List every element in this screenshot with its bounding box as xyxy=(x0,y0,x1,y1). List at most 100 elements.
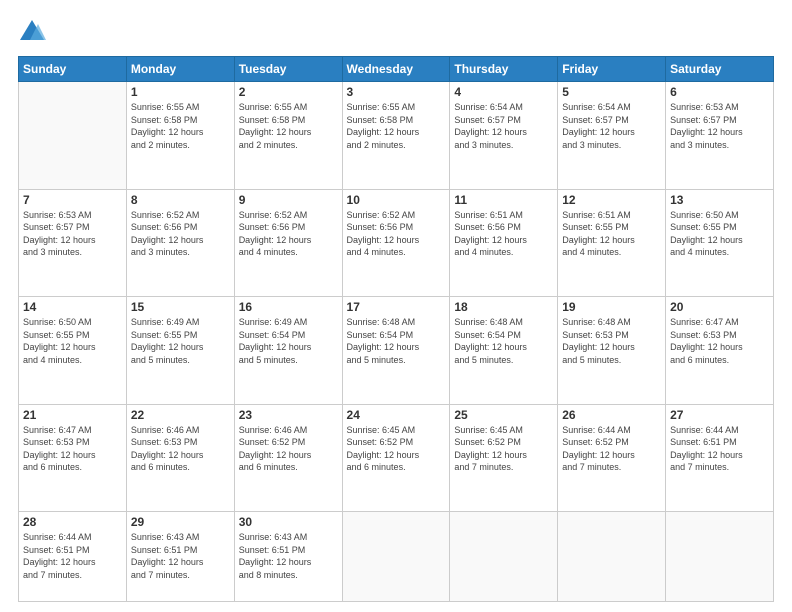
day-number: 13 xyxy=(670,193,769,207)
calendar-cell: 1 Sunrise: 6:55 AMSunset: 6:58 PMDaylight… xyxy=(126,82,234,190)
day-info: Sunrise: 6:51 AMSunset: 6:56 PMDaylight:… xyxy=(454,209,553,259)
calendar-cell: 29 Sunrise: 6:43 AMSunset: 6:51 PMDayligh… xyxy=(126,512,234,602)
calendar-cell: 18Sunrise: 6:48 AMSunset: 6:54 PMDayligh… xyxy=(450,297,558,405)
calendar-cell xyxy=(450,512,558,602)
day-number: 25 xyxy=(454,408,553,422)
day-info: Sunrise: 6:50 AMSunset: 6:55 PMDaylight:… xyxy=(23,316,122,366)
day-number: 8 xyxy=(131,193,230,207)
day-number: 14 xyxy=(23,300,122,314)
day-info: Sunrise: 6:48 AMSunset: 6:54 PMDaylight:… xyxy=(347,316,446,366)
day-info: Sunrise: 6:54 AMSunset: 6:57 PMDaylight:… xyxy=(454,101,553,151)
week-row-1: 1 Sunrise: 6:55 AMSunset: 6:58 PMDaylight… xyxy=(19,82,774,190)
day-info: Sunrise: 6:53 AMSunset: 6:57 PMDaylight:… xyxy=(670,101,769,151)
weekday-header-row: SundayMondayTuesdayWednesdayThursdayFrid… xyxy=(19,57,774,82)
day-info: Sunrise: 6:43 AMSunset: 6:51 PMDaylight:… xyxy=(239,531,338,581)
day-number: 19 xyxy=(562,300,661,314)
calendar-cell: 19 Sunrise: 6:48 AMSunset: 6:53 PMDayligh… xyxy=(558,297,666,405)
day-number: 27 xyxy=(670,408,769,422)
weekday-header-tuesday: Tuesday xyxy=(234,57,342,82)
day-info: Sunrise: 6:45 AMSunset: 6:52 PMDaylight:… xyxy=(454,424,553,474)
week-row-2: 7 Sunrise: 6:53 AMSunset: 6:57 PMDaylight… xyxy=(19,189,774,297)
day-info: Sunrise: 6:51 AMSunset: 6:55 PMDaylight:… xyxy=(562,209,661,259)
calendar-cell: 10Sunrise: 6:52 AMSunset: 6:56 PMDayligh… xyxy=(342,189,450,297)
day-number: 23 xyxy=(239,408,338,422)
calendar-cell xyxy=(666,512,774,602)
day-info: Sunrise: 6:43 AMSunset: 6:51 PMDaylight:… xyxy=(131,531,230,581)
day-number: 12 xyxy=(562,193,661,207)
day-number: 15 xyxy=(131,300,230,314)
week-row-5: 28 Sunrise: 6:44 AMSunset: 6:51 PMDayligh… xyxy=(19,512,774,602)
calendar-cell: 5Sunrise: 6:54 AMSunset: 6:57 PMDaylight… xyxy=(558,82,666,190)
day-info: Sunrise: 6:47 AMSunset: 6:53 PMDaylight:… xyxy=(23,424,122,474)
day-number: 16 xyxy=(239,300,338,314)
calendar-cell: 15 Sunrise: 6:49 AMSunset: 6:55 PMDayligh… xyxy=(126,297,234,405)
calendar-cell: 30 Sunrise: 6:43 AMSunset: 6:51 PMDayligh… xyxy=(234,512,342,602)
calendar: SundayMondayTuesdayWednesdayThursdayFrid… xyxy=(18,56,774,602)
day-info: Sunrise: 6:45 AMSunset: 6:52 PMDaylight:… xyxy=(347,424,446,474)
calendar-cell: 23 Sunrise: 6:46 AMSunset: 6:52 PMDayligh… xyxy=(234,404,342,512)
header xyxy=(18,18,774,46)
calendar-cell: 17 Sunrise: 6:48 AMSunset: 6:54 PMDayligh… xyxy=(342,297,450,405)
day-info: Sunrise: 6:48 AMSunset: 6:53 PMDaylight:… xyxy=(562,316,661,366)
weekday-header-monday: Monday xyxy=(126,57,234,82)
day-info: Sunrise: 6:46 AMSunset: 6:52 PMDaylight:… xyxy=(239,424,338,474)
day-number: 7 xyxy=(23,193,122,207)
day-number: 26 xyxy=(562,408,661,422)
calendar-cell: 2 Sunrise: 6:55 AMSunset: 6:58 PMDaylight… xyxy=(234,82,342,190)
week-row-4: 21 Sunrise: 6:47 AMSunset: 6:53 PMDayligh… xyxy=(19,404,774,512)
day-number: 9 xyxy=(239,193,338,207)
weekday-header-wednesday: Wednesday xyxy=(342,57,450,82)
day-number: 22 xyxy=(131,408,230,422)
day-info: Sunrise: 6:55 AMSunset: 6:58 PMDaylight:… xyxy=(131,101,230,151)
calendar-cell: 26Sunrise: 6:44 AMSunset: 6:52 PMDayligh… xyxy=(558,404,666,512)
calendar-cell: 24 Sunrise: 6:45 AMSunset: 6:52 PMDayligh… xyxy=(342,404,450,512)
day-number: 2 xyxy=(239,85,338,99)
day-number: 18 xyxy=(454,300,553,314)
calendar-cell: 22 Sunrise: 6:46 AMSunset: 6:53 PMDayligh… xyxy=(126,404,234,512)
calendar-cell: 16 Sunrise: 6:49 AMSunset: 6:54 PMDayligh… xyxy=(234,297,342,405)
calendar-cell: 9 Sunrise: 6:52 AMSunset: 6:56 PMDaylight… xyxy=(234,189,342,297)
weekday-header-sunday: Sunday xyxy=(19,57,127,82)
day-number: 20 xyxy=(670,300,769,314)
day-info: Sunrise: 6:52 AMSunset: 6:56 PMDaylight:… xyxy=(347,209,446,259)
day-info: Sunrise: 6:55 AMSunset: 6:58 PMDaylight:… xyxy=(239,101,338,151)
weekday-header-thursday: Thursday xyxy=(450,57,558,82)
day-info: Sunrise: 6:46 AMSunset: 6:53 PMDaylight:… xyxy=(131,424,230,474)
calendar-cell: 13Sunrise: 6:50 AMSunset: 6:55 PMDayligh… xyxy=(666,189,774,297)
day-number: 17 xyxy=(347,300,446,314)
day-info: Sunrise: 6:49 AMSunset: 6:55 PMDaylight:… xyxy=(131,316,230,366)
calendar-cell: 20 Sunrise: 6:47 AMSunset: 6:53 PMDayligh… xyxy=(666,297,774,405)
day-info: Sunrise: 6:54 AMSunset: 6:57 PMDaylight:… xyxy=(562,101,661,151)
page: SundayMondayTuesdayWednesdayThursdayFrid… xyxy=(0,0,792,612)
calendar-cell: 11Sunrise: 6:51 AMSunset: 6:56 PMDayligh… xyxy=(450,189,558,297)
logo xyxy=(18,18,50,46)
day-number: 28 xyxy=(23,515,122,529)
day-number: 4 xyxy=(454,85,553,99)
day-info: Sunrise: 6:53 AMSunset: 6:57 PMDaylight:… xyxy=(23,209,122,259)
day-info: Sunrise: 6:55 AMSunset: 6:58 PMDaylight:… xyxy=(347,101,446,151)
logo-icon xyxy=(18,18,46,46)
day-info: Sunrise: 6:52 AMSunset: 6:56 PMDaylight:… xyxy=(239,209,338,259)
calendar-cell: 3 Sunrise: 6:55 AMSunset: 6:58 PMDaylight… xyxy=(342,82,450,190)
day-number: 3 xyxy=(347,85,446,99)
day-number: 30 xyxy=(239,515,338,529)
calendar-cell: 27Sunrise: 6:44 AMSunset: 6:51 PMDayligh… xyxy=(666,404,774,512)
calendar-cell: 6 Sunrise: 6:53 AMSunset: 6:57 PMDaylight… xyxy=(666,82,774,190)
calendar-cell xyxy=(558,512,666,602)
calendar-cell: 7 Sunrise: 6:53 AMSunset: 6:57 PMDaylight… xyxy=(19,189,127,297)
day-info: Sunrise: 6:49 AMSunset: 6:54 PMDaylight:… xyxy=(239,316,338,366)
calendar-cell xyxy=(19,82,127,190)
day-number: 21 xyxy=(23,408,122,422)
day-info: Sunrise: 6:52 AMSunset: 6:56 PMDaylight:… xyxy=(131,209,230,259)
calendar-cell: 8 Sunrise: 6:52 AMSunset: 6:56 PMDaylight… xyxy=(126,189,234,297)
weekday-header-friday: Friday xyxy=(558,57,666,82)
day-number: 24 xyxy=(347,408,446,422)
calendar-cell: 4 Sunrise: 6:54 AMSunset: 6:57 PMDaylight… xyxy=(450,82,558,190)
calendar-cell: 28 Sunrise: 6:44 AMSunset: 6:51 PMDayligh… xyxy=(19,512,127,602)
day-info: Sunrise: 6:47 AMSunset: 6:53 PMDaylight:… xyxy=(670,316,769,366)
day-info: Sunrise: 6:44 AMSunset: 6:51 PMDaylight:… xyxy=(23,531,122,581)
day-number: 6 xyxy=(670,85,769,99)
day-number: 29 xyxy=(131,515,230,529)
day-number: 1 xyxy=(131,85,230,99)
calendar-cell: 25 Sunrise: 6:45 AMSunset: 6:52 PMDayligh… xyxy=(450,404,558,512)
